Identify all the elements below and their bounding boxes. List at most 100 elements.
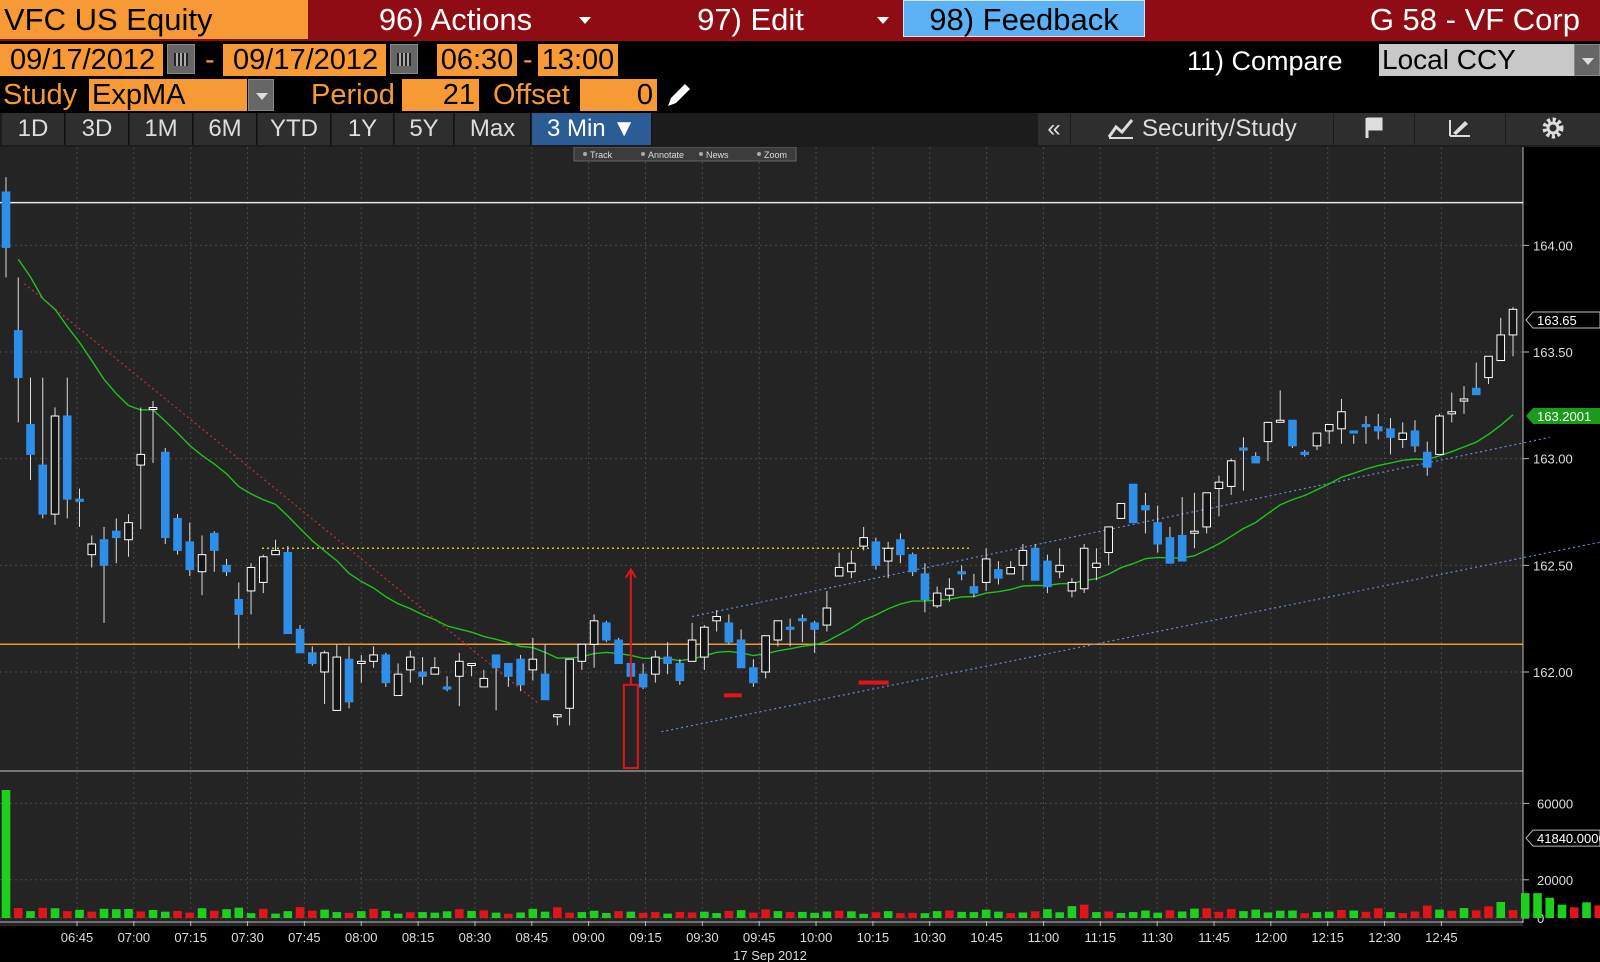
candle (871, 537, 881, 570)
price-chart[interactable]: 06:45 07:00 07:15 07:30 07:45 08:00 08:15 08:30… (0, 147, 1600, 962)
volume-bar (1165, 910, 1175, 918)
volume-bar (504, 913, 513, 918)
candle-body (908, 554, 917, 573)
candle-body (332, 656, 342, 711)
date-label: 17 Sep 2012 (733, 948, 807, 962)
candle-body (467, 662, 476, 666)
candle-body (1116, 502, 1126, 519)
candle-body (491, 654, 501, 669)
annotate-button[interactable] (1415, 113, 1505, 145)
flag-button[interactable] (1334, 113, 1414, 145)
volume-bar (1410, 911, 1420, 918)
volume-bar (1582, 902, 1591, 918)
volume-bar (369, 908, 378, 918)
volume-tick-label: 20000 (1537, 873, 1573, 888)
candle-body (1043, 560, 1052, 588)
period-button[interactable]: 1D (2, 113, 65, 145)
period-button[interactable]: 5Y (395, 113, 454, 145)
volume-bar (1471, 910, 1481, 918)
candle-body (1373, 426, 1383, 432)
volume-bar (614, 911, 623, 918)
end-time-field[interactable]: 13:00 (538, 44, 618, 76)
volume-bar (259, 908, 268, 918)
candle-body (1300, 451, 1310, 455)
period-field[interactable]: 21 (402, 79, 479, 111)
edit-label: 97) Edit (697, 2, 804, 37)
candle-body (160, 451, 170, 539)
period-button[interactable]: YTD (258, 113, 331, 145)
volume-bar (1226, 909, 1236, 918)
volume-bar (724, 910, 734, 918)
collapse-button[interactable]: « (1038, 113, 1070, 145)
volume-bar (1251, 909, 1260, 918)
volume-bar (1398, 913, 1408, 918)
calendar-icon[interactable] (390, 44, 418, 74)
candle-body (185, 541, 195, 571)
volume-bar (1288, 910, 1297, 918)
candle-body (1202, 492, 1211, 528)
candle-body (406, 656, 415, 671)
volume-bar (197, 908, 207, 918)
settings-button[interactable] (1506, 113, 1600, 145)
study-select[interactable]: ExpMA (89, 79, 247, 111)
compare-button[interactable]: 11) Compare (1187, 45, 1343, 77)
end-date-field[interactable]: 09/17/2012 (223, 44, 386, 76)
offset-field[interactable]: 0 (580, 79, 657, 111)
volume-bar (148, 909, 158, 918)
candle-body (62, 415, 72, 500)
volume-bar (785, 912, 795, 918)
interval-dropdown[interactable]: 3 Min ▼ (532, 113, 652, 145)
candle-body (785, 626, 795, 630)
candle-body (1459, 398, 1469, 402)
period-button[interactable]: Max (455, 113, 531, 145)
volume-bar (1177, 911, 1187, 918)
ticker-field[interactable]: VFC US Equity (0, 0, 308, 39)
security-study-label: Security/Study (1141, 115, 1297, 142)
mini-tool-label: News (706, 150, 729, 160)
candle-body (1386, 428, 1395, 438)
annotation-marker (723, 693, 742, 698)
x-tick-label: 09:15 (629, 930, 662, 945)
volume-bar (1055, 912, 1064, 918)
candle-body (344, 658, 354, 703)
last-volume-flag-label: 41840.0000 (1537, 831, 1600, 846)
candle-body (540, 673, 550, 701)
volume-bar (908, 912, 917, 918)
actions-menu[interactable]: 96) Actions (312, 0, 599, 39)
volume-bar (320, 909, 329, 918)
period-button[interactable]: 1Y (332, 113, 394, 145)
volume-bar (969, 912, 979, 918)
chevron-down-icon[interactable] (248, 79, 274, 111)
chevron-down-icon[interactable] (1574, 44, 1600, 76)
candle-body (1349, 430, 1359, 434)
candle-body (38, 464, 48, 515)
pencil-icon[interactable] (664, 80, 694, 110)
candle-body (504, 662, 513, 677)
start-time-field[interactable]: 06:30 (437, 44, 517, 76)
candle-body (1165, 537, 1175, 564)
candle-body (381, 654, 391, 684)
edit-menu[interactable]: 97) Edit (604, 0, 897, 39)
volume-bar (173, 910, 182, 918)
x-tick-label: 12:45 (1425, 930, 1458, 945)
x-tick-label: 12:00 (1255, 930, 1288, 945)
candle-body (393, 673, 403, 696)
period-button[interactable]: 3D (66, 113, 129, 145)
volume-bar (663, 913, 672, 918)
candle-body (320, 652, 329, 673)
feedback-button[interactable]: 98) Feedback (903, 0, 1145, 37)
x-tick-label: 10:00 (800, 930, 833, 945)
candle-body (1190, 530, 1199, 534)
calendar-icon[interactable] (167, 44, 195, 74)
candle-body (724, 622, 734, 643)
security-study-button[interactable]: Security/Study (1071, 113, 1333, 145)
candle (50, 407, 60, 525)
volume-bar (957, 911, 966, 918)
candle-body (1263, 421, 1273, 443)
start-date-field[interactable]: 09/17/2012 (0, 44, 163, 76)
period-button[interactable]: 1M (130, 113, 193, 145)
period-button[interactable]: 6M (194, 113, 257, 145)
candle-body (1214, 481, 1224, 490)
currency-select[interactable]: Local CCY (1379, 44, 1575, 76)
x-tick-label: 06:45 (61, 930, 94, 945)
